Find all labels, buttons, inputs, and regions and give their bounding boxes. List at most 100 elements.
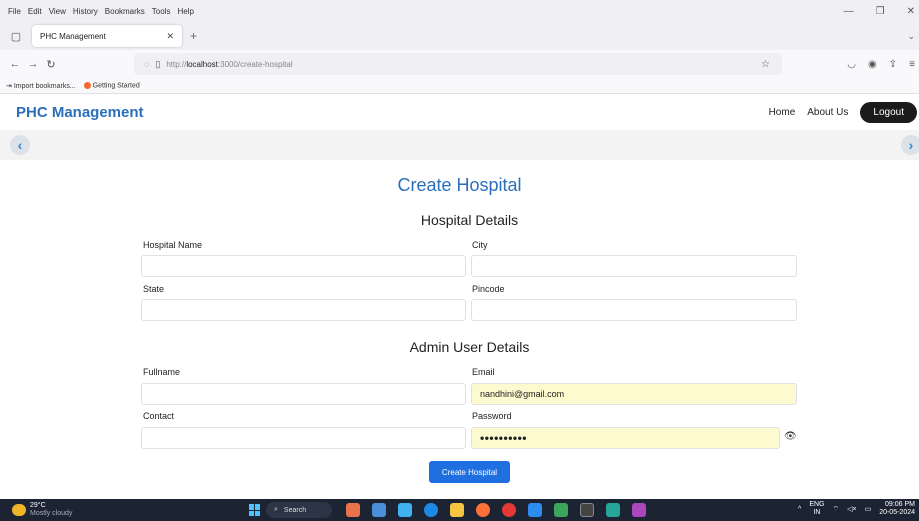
menu-tools[interactable]: Tools [152,7,171,16]
language-label: ENG [809,501,825,508]
create-hospital-button[interactable]: Create Hospital [429,461,510,483]
url-path: :3000/create-hospital [217,59,293,69]
browser-navbar: ← → ↻ ◌ ▯ http://localhost:3000/create-h… [0,50,919,78]
bookmark-getting-started-label: Getting Started [92,82,140,90]
chevron-left-icon[interactable]: ‹ [10,135,30,155]
nav-about-link[interactable]: About Us [807,107,848,118]
clock-time: 09:06 PM [885,501,915,508]
state-label: State [143,284,165,294]
menu-bookmarks[interactable]: Bookmarks [105,7,145,16]
pocket-icon[interactable]: ◡ [847,59,856,70]
windows-taskbar: 29°C Mostly cloudy ⌕ Search ^ ENG IN ⌔ ◁… [0,499,919,521]
url-host: localhost [186,59,218,69]
wifi-icon[interactable]: ⌔ [832,505,839,514]
url-bar[interactable]: ◌ ▯ http://localhost:3000/create-hospita… [134,53,782,75]
close-tab-icon[interactable]: ✕ [166,31,174,42]
menu-history[interactable]: History [73,7,98,16]
city-label: City [472,240,488,250]
edge-icon[interactable] [424,503,438,517]
password-input[interactable]: •••••••••• [471,427,780,449]
pincode-label: Pincode [472,284,505,294]
battery-icon[interactable]: ▭ [865,505,872,513]
admin-details-heading: Admin User Details [409,339,530,355]
hamburger-menu-icon[interactable]: ≡ [909,59,915,70]
tab-list-icon[interactable]: ▢ [4,30,28,43]
nav-home-link[interactable]: Home [769,107,796,118]
menu-edit[interactable]: Edit [28,7,42,16]
menu-file[interactable]: File [8,7,21,16]
chevron-up-icon[interactable]: ^ [798,506,801,513]
weather-cloud-icon [12,504,26,516]
vscode-icon[interactable] [528,503,542,517]
file-explorer-icon[interactable] [450,503,464,517]
fullname-input[interactable] [141,383,466,405]
brand-logo[interactable]: PHC Management [16,104,144,121]
bookmark-import-label: Import bookmarks... [13,82,76,90]
clock-date: 20-05-2024 [879,509,915,516]
minimize-icon[interactable]: — [844,6,854,17]
logout-button[interactable]: Logout [860,101,917,123]
taskbar-search[interactable]: ⌕ Search [266,502,332,518]
taskbar-app-icon[interactable] [606,503,620,517]
windows-start-icon[interactable] [249,504,261,516]
weather-condition: Mostly cloudy [30,510,73,517]
weather-temp: 29°C [30,502,46,509]
system-tray: ^ ENG IN ⌔ ◁× ▭ 09:06 PM 20-05-2024 [798,501,915,517]
contact-label: Contact [143,411,175,421]
tracking-shield-icon[interactable]: ◌ [144,59,149,69]
bookmark-import[interactable]: ⇥ Import bookmarks... [6,82,76,90]
taskbar-search-label: Search [283,506,307,514]
hospital-name-label: Hospital Name [143,240,203,250]
bookmark-star-icon[interactable]: ☆ [761,59,770,70]
language-indicator[interactable]: ENG IN [809,501,824,517]
password-label: Password [472,411,512,421]
browser-menubar: File Edit View History Bookmarks Tools H… [0,0,919,22]
chrome-icon[interactable] [502,503,516,517]
page-title: Create Hospital [397,175,522,195]
weather-widget[interactable]: 29°C Mostly cloudy [12,502,72,518]
terminal-icon[interactable] [580,503,594,517]
hospital-name-input[interactable] [141,255,466,277]
tab-title: PHC Management [40,31,106,41]
page-info-icon[interactable]: ▯ [155,59,160,70]
region-label: IN [813,509,821,516]
email-input[interactable]: nandhini@gmail.com [471,383,797,405]
taskbar-app-icon[interactable] [346,503,360,517]
tab-strip: ▢ PHC Management ✕ + ⌄ [0,22,919,50]
restore-icon[interactable]: ❐ [876,6,885,17]
hospital-details-heading: Hospital Details [420,212,519,228]
search-icon: ⌕ [274,506,278,513]
firefox-icon[interactable] [476,503,490,517]
taskbar-app-icon[interactable] [398,503,412,517]
pincode-input[interactable] [471,299,797,321]
app-navbar: PHC Management Home About Us Logout [0,94,919,130]
taskbar-app-icon[interactable] [632,503,646,517]
chevron-down-icon[interactable]: ⌄ [907,31,915,42]
fullname-label: Fullname [143,367,181,377]
new-tab-icon[interactable]: + [190,29,197,43]
email-label: Email [472,367,495,377]
eye-icon[interactable]: 👁 [784,431,797,442]
chevron-right-icon[interactable]: › [901,135,919,155]
contact-input[interactable] [141,427,466,449]
close-window-icon[interactable]: ✕ [907,6,915,17]
bookmark-getting-started[interactable]: Getting Started [83,81,140,90]
tab-phc-management[interactable]: PHC Management ✕ [32,25,182,47]
carousel-strip: ‹ › [0,130,919,160]
account-icon[interactable]: ◉ [868,59,877,70]
back-icon[interactable]: ← [6,58,24,70]
reload-icon[interactable]: ↻ [42,58,60,71]
taskbar-app-icon[interactable] [554,503,568,517]
city-input[interactable] [471,255,797,277]
firefox-icon [83,81,91,89]
clock[interactable]: 09:06 PM 20-05-2024 [879,501,915,517]
extensions-icon[interactable]: ⇪ [889,59,897,70]
bookmarks-bar: ⇥ Import bookmarks... Getting Started [0,78,919,94]
menu-help[interactable]: Help [177,7,193,16]
taskbar-apps [346,503,646,517]
forward-icon[interactable]: → [24,58,42,70]
volume-icon[interactable]: ◁× [847,505,856,513]
taskbar-app-icon[interactable] [372,503,386,517]
state-input[interactable] [141,299,466,321]
menu-view[interactable]: View [49,7,66,16]
